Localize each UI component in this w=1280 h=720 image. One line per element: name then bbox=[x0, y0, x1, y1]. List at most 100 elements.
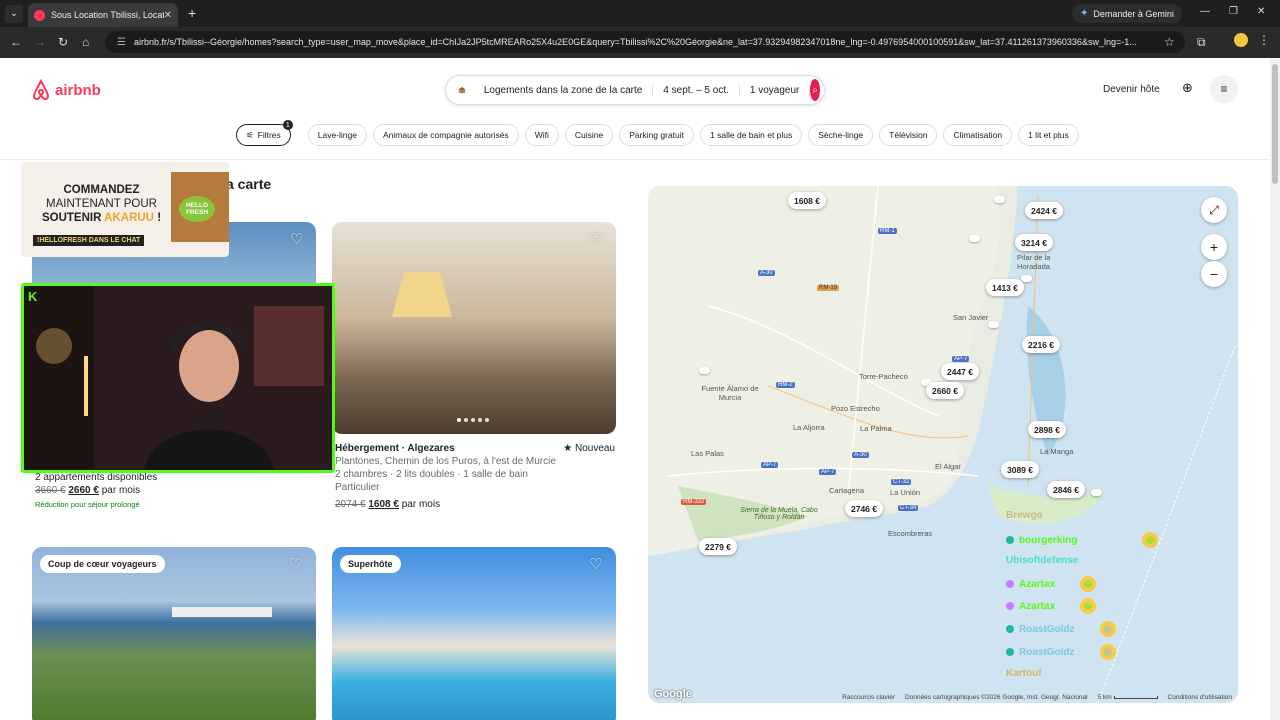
gemini-button[interactable]: ✦ Demander à Gemini bbox=[1072, 4, 1182, 23]
keyboard-shortcuts-link[interactable]: Raccourcis clavier bbox=[842, 694, 895, 701]
forward-icon[interactable]: → bbox=[34, 35, 46, 49]
chip-kitchen[interactable]: Cuisine bbox=[564, 124, 614, 146]
price-pin[interactable]: 2216 € bbox=[1022, 336, 1060, 353]
map-dot[interactable] bbox=[1091, 489, 1102, 496]
listing-host-type: Particulier bbox=[335, 482, 380, 493]
heart-icon[interactable]: ♡ bbox=[290, 230, 303, 248]
browser-menu-icon[interactable]: ⋮ bbox=[1258, 33, 1270, 47]
chip-pets[interactable]: Animaux de compagnie autorisés bbox=[373, 124, 519, 146]
price-pin[interactable]: 1413 € bbox=[986, 279, 1024, 296]
map[interactable]: Torre-Pacheco Fuente Álamo de Murcia Poz… bbox=[648, 186, 1238, 703]
filters-button[interactable]: ⚟ Filtres 1 bbox=[236, 120, 293, 146]
back-icon[interactable]: ← bbox=[10, 35, 22, 49]
expand-map-icon[interactable]: ⤢ bbox=[1201, 197, 1227, 223]
place-label: San Javier bbox=[953, 313, 989, 322]
price-pin[interactable]: 2746 € bbox=[845, 500, 883, 517]
carousel-dots[interactable] bbox=[457, 418, 491, 422]
place-label: La Manga bbox=[1040, 447, 1074, 456]
price-pin[interactable]: 1608 € bbox=[788, 192, 826, 209]
browser-tab[interactable]: Sous Location Tbilissi, Location ✕ bbox=[28, 3, 178, 27]
price-pin[interactable]: 2424 € bbox=[1025, 202, 1063, 219]
chip-tv[interactable]: Télévision bbox=[879, 124, 938, 146]
hamburger-menu-icon[interactable]: ≡ bbox=[1210, 75, 1238, 103]
search-icon[interactable]: ⌕ bbox=[810, 79, 820, 101]
map-data-credit: Données cartographiques ©2026 Google, In… bbox=[905, 694, 1088, 701]
road-label: AP-7 bbox=[819, 469, 837, 475]
place-label: La Aljorra bbox=[793, 423, 825, 432]
search-zone[interactable]: Logements dans la zone de la carte bbox=[474, 84, 654, 96]
scrollbar-thumb[interactable] bbox=[1272, 64, 1278, 184]
chip-wifi[interactable]: Wifi bbox=[524, 124, 559, 146]
close-tab-icon[interactable]: ✕ bbox=[164, 10, 172, 21]
chip-parking[interactable]: Parking gratuit bbox=[619, 124, 695, 146]
price-pin[interactable]: 2898 € bbox=[1028, 421, 1066, 438]
chat-line: Brewgo bbox=[1006, 510, 1043, 521]
road-label: RM-332 bbox=[681, 499, 707, 505]
listing-card[interactable]: Superhôte ♡ bbox=[332, 547, 616, 720]
listing-price-row: 2074 € 1608 € par mois bbox=[335, 499, 615, 510]
new-price[interactable]: 2660 € bbox=[68, 485, 99, 496]
price-pin[interactable]: 3089 € bbox=[1001, 461, 1039, 478]
place-label: La Unión bbox=[890, 488, 921, 497]
minimize-icon[interactable]: — bbox=[1200, 6, 1210, 17]
filters-label: Filtres bbox=[257, 130, 281, 140]
price-pin[interactable]: 2846 € bbox=[1047, 481, 1085, 498]
house-icon bbox=[458, 86, 466, 94]
price-pin[interactable]: 2660 € bbox=[926, 382, 964, 399]
hellofresh-logo: HELLO FRESH bbox=[179, 196, 215, 222]
heart-icon[interactable]: ♡ bbox=[589, 230, 602, 248]
bookmark-star-icon[interactable]: ☆ bbox=[1164, 35, 1175, 49]
heart-icon[interactable]: ♡ bbox=[289, 555, 302, 573]
gemini-icon: ✦ bbox=[1080, 8, 1089, 19]
listing-photo[interactable] bbox=[332, 222, 616, 434]
chip-bathroom[interactable]: 1 salle de bain et plus bbox=[700, 124, 803, 146]
chip-ac[interactable]: Climatisation bbox=[943, 124, 1013, 146]
listing-header: Hébergement · Algezares ★ Nouveau bbox=[335, 443, 615, 454]
map-dot[interactable] bbox=[1021, 275, 1032, 282]
home-icon[interactable]: ⌂ bbox=[82, 35, 89, 49]
browser-navbar: ← → ↻ ⌂ ☰ airbnb.fr/s/Tbilissi--Géorgie/… bbox=[0, 27, 1280, 58]
new-price[interactable]: 1608 € bbox=[368, 499, 399, 510]
map-dot[interactable] bbox=[988, 321, 999, 328]
profile-avatar[interactable] bbox=[1234, 33, 1248, 47]
listing-card[interactable]: ♡ Hébergement · Algezares ★ Nouveau Plan… bbox=[332, 222, 616, 522]
page-scrollbar[interactable] bbox=[1270, 58, 1280, 720]
new-tab-icon[interactable]: + bbox=[188, 5, 196, 21]
browser-tabbar: ⌄ Sous Location Tbilissi, Location ✕ + ✦… bbox=[0, 0, 1280, 27]
tab-list-icon[interactable]: ⌄ bbox=[5, 4, 23, 23]
site-info-icon[interactable]: ☰ bbox=[117, 37, 126, 48]
chip-bed[interactable]: 1 lit et plus bbox=[1018, 124, 1079, 146]
road-label: CT-32 bbox=[891, 479, 912, 485]
search-bar[interactable]: Logements dans la zone de la carte 4 sep… bbox=[445, 75, 825, 105]
reload-icon[interactable]: ↻ bbox=[58, 35, 68, 49]
listing-card[interactable]: Coup de cœur voyageurs ♡ bbox=[32, 547, 316, 720]
results-title: a carte bbox=[226, 176, 272, 192]
price-period: par mois bbox=[101, 485, 141, 496]
place-label: Torre-Pacheco bbox=[859, 372, 908, 381]
heart-icon[interactable]: ♡ bbox=[589, 555, 602, 573]
airbnb-logo[interactable]: airbnb bbox=[31, 79, 101, 101]
place-label: Pozo Estrecho bbox=[831, 404, 880, 413]
zoom-in-icon[interactable]: + bbox=[1201, 234, 1227, 260]
zoom-out-icon[interactable]: − bbox=[1201, 261, 1227, 287]
filter-chips: ⚟ Filtres 1 Lave-linge Animaux de compag… bbox=[236, 120, 1079, 146]
map-terrain bbox=[648, 186, 1238, 703]
price-pin[interactable]: 2279 € bbox=[699, 538, 737, 555]
map-dot[interactable] bbox=[699, 367, 710, 374]
restore-icon[interactable]: ❐ bbox=[1229, 6, 1238, 17]
globe-icon[interactable]: ⊕ bbox=[1182, 80, 1193, 96]
map-dot[interactable] bbox=[994, 196, 1005, 203]
extensions-icon[interactable]: ⧉ bbox=[1197, 35, 1206, 50]
address-bar[interactable]: ☰ airbnb.fr/s/Tbilissi--Géorgie/homes?se… bbox=[105, 31, 1185, 53]
chip-dryer[interactable]: Sèche-linge bbox=[808, 124, 874, 146]
terms-link[interactable]: Conditions d'utilisation bbox=[1168, 694, 1232, 701]
map-dot[interactable] bbox=[969, 235, 980, 242]
chip-washer[interactable]: Lave-linge bbox=[307, 124, 367, 146]
search-dates[interactable]: 4 sept. – 5 oct. bbox=[653, 84, 740, 96]
search-guests[interactable]: 1 voyageur bbox=[740, 84, 811, 96]
become-host-link[interactable]: Devenir hôte bbox=[1103, 84, 1160, 95]
price-pin[interactable]: 2447 € bbox=[941, 363, 979, 380]
airbnb-page: airbnb Logements dans la zone de la cart… bbox=[0, 58, 1270, 720]
close-window-icon[interactable]: ✕ bbox=[1257, 6, 1265, 17]
price-pin[interactable]: 3214 € bbox=[1015, 234, 1053, 251]
